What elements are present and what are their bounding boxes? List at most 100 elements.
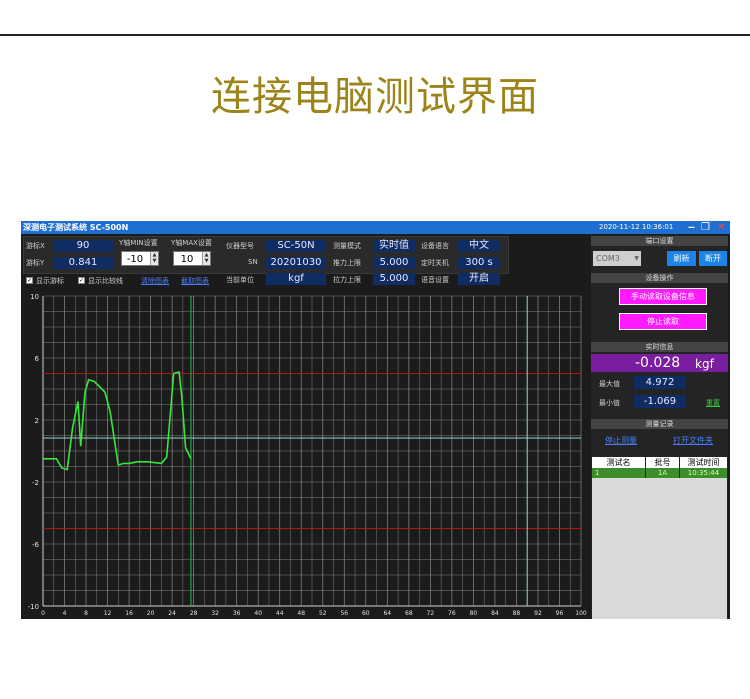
x-tick-label: 0 [41,610,45,617]
pull-limit-label: 拉力上限 [333,276,361,284]
realtime-value: -0.028 [635,355,681,371]
x-tick-label: 96 [556,610,564,617]
mode-value: 实时值 [373,240,415,252]
table-header-batch: 批号 [646,457,679,468]
x-tick-label: 68 [405,610,413,617]
x-tick-label: 8 [84,610,88,617]
read-info-button[interactable]: 手动读取设备信息 [619,288,707,305]
table-header-time: 测试时间 [680,457,727,468]
ymax-stepper[interactable]: 10 ▲ ▼ [173,251,211,266]
show-compare-checkbox[interactable]: ✓ [78,277,85,284]
refresh-button[interactable]: 刷新 [667,251,696,266]
disconnect-button[interactable]: 断开 [699,251,727,266]
stop-measure-link[interactable]: 停止测量 [605,435,637,446]
title-bar: 深测电子测试系统 SC-500N 2020-11-12 10:36:01 ‒ ❐… [21,221,730,234]
model-value: SC-50N [266,240,326,252]
x-tick-label: 40 [254,610,262,617]
stepper-arrows-icon[interactable]: ▲ ▼ [150,252,158,265]
port-header: 端口设置 [591,236,728,246]
realtime-display: -0.028 kgf [591,354,728,372]
ymax-label: Y轴MAX设置 [171,239,212,247]
ymin-value: -10 [126,254,144,265]
x-tick-label: 56 [340,610,348,617]
x-tick-label: 84 [491,610,499,617]
record-header: 测量记录 [591,419,728,429]
app-window: 深测电子测试系统 SC-500N 2020-11-12 10:36:01 ‒ ❐… [21,221,730,619]
x-tick-label: 80 [470,610,478,617]
y-tick-label: -2 [32,479,39,487]
chevron-down-icon: ▼ [634,255,639,262]
right-panel: 端口设置 COM3 ▼ 刷新 断开 设备操作 手动读取设备信息 停止读取 实时信… [591,235,728,619]
x-tick-label: 28 [190,610,198,617]
max-label: 最大值 [599,380,620,388]
x-tick-label: 64 [383,610,391,617]
x-tick-label: 44 [276,610,284,617]
model-label: 仪器型号 [226,242,254,250]
realtime-unit: kgf [695,357,714,371]
lang-label: 设备语言 [421,242,449,250]
cursor-y-label: 游标Y [26,259,45,267]
push-limit-value: 5.000 [373,257,415,269]
pull-limit-value: 5.000 [373,273,415,285]
max-value: 4.972 [634,376,686,389]
unit-label: 当前单位 [226,276,254,284]
ymin-stepper[interactable]: -10 ▲ ▼ [121,251,159,266]
open-folder-link[interactable]: 打开文件夹 [673,435,713,446]
x-tick-label: 48 [297,610,305,617]
x-tick-label: 100 [575,610,587,617]
x-tick-label: 88 [513,610,521,617]
y-tick-label: -10 [28,603,39,611]
x-tick-label: 16 [125,610,133,617]
y-tick-label: 6 [35,355,40,363]
force-chart[interactable]: 0 4 8 12 16 20 24 28 32 36 40 44 48 52 56 60 64 68 72 76 80 8… [21,289,591,619]
app-title: 深测电子测试系统 SC-500N [23,223,129,232]
reset-link[interactable]: 重置 [706,398,720,408]
stop-read-button[interactable]: 停止读取 [619,313,707,330]
x-tick-label: 4 [63,610,67,617]
page-heading: 连接电脑测试界面 [211,74,539,120]
ymin-label: Y轴MIN设置 [119,239,158,247]
ops-header: 设备操作 [591,273,728,283]
x-tick-label: 20 [147,610,155,617]
timer-label: 定时关机 [421,259,449,267]
unit-value: kgf [266,273,326,285]
capture-chart-link[interactable]: 截取图表 [181,276,209,286]
restore-icon[interactable]: ❐ [701,221,710,234]
realtime-header: 实时信息 [591,342,728,352]
table-cell[interactable]: 1 [592,468,645,478]
lang-value: 中文 [458,240,500,252]
close-icon[interactable]: ✕ [717,221,725,234]
stepper-arrows-icon[interactable]: ▲ ▼ [202,252,210,265]
cursor-x-value: 90 [53,240,113,252]
table-empty-area [592,478,727,619]
voice-label: 语音设置 [421,276,449,284]
x-tick-label: 36 [233,610,241,617]
port-select[interactable]: COM3 ▼ [593,251,641,266]
y-tick-label: -6 [32,541,40,549]
mode-label: 测量模式 [333,242,361,250]
timer-value: 300 s [458,257,500,269]
cursor-x-label: 游标X [26,242,45,250]
x-tick-label: 32 [211,610,219,617]
clear-chart-link[interactable]: 清除图表 [141,276,169,286]
minimize-icon[interactable]: ‒ [688,221,695,234]
y-tick-label: 10 [30,293,39,301]
show-cursor-label: 显示游标 [36,277,64,285]
sn-label: SN [248,258,258,266]
min-value: -1.069 [634,395,686,408]
x-tick-label: 92 [534,610,542,617]
x-tick-label: 52 [319,610,327,617]
table-header-name: 测试名 [592,457,645,468]
ymax-value: 10 [180,254,194,265]
clock: 2020-11-12 10:36:01 [599,223,674,231]
port-value: COM3 [596,254,620,263]
x-tick-label: 12 [104,610,112,617]
x-tick-label: 24 [168,610,176,617]
y-tick-label: 2 [35,417,39,425]
x-tick-label: 60 [362,610,370,617]
x-tick-label: 76 [448,610,456,617]
show-cursor-checkbox[interactable]: ✓ [26,277,33,284]
table-cell[interactable]: 10:35:44 [680,468,727,478]
chart-grid [42,295,582,607]
table-cell[interactable]: 1A [646,468,679,478]
